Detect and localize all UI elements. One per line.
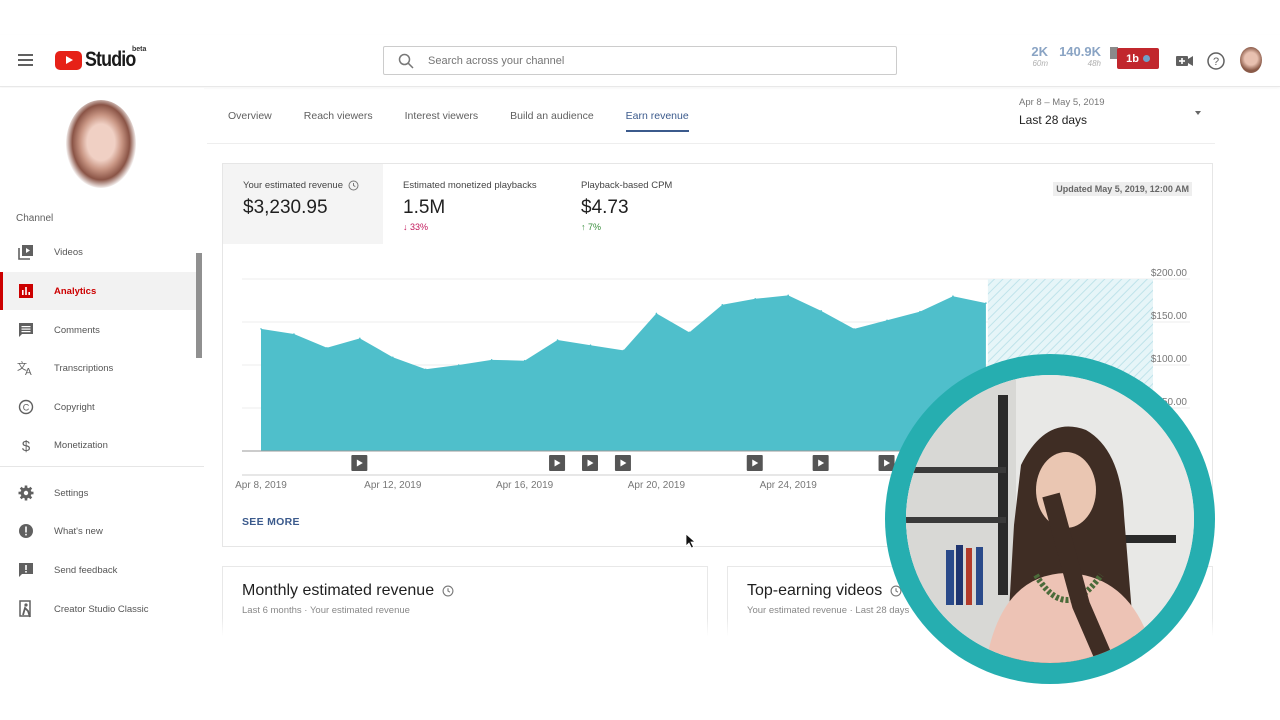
clock-icon bbox=[442, 585, 454, 597]
analytics-tabs: Overview Reach viewers Interest viewers … bbox=[228, 110, 721, 132]
svg-text:$: $ bbox=[22, 438, 31, 453]
see-more-link[interactable]: SEE MORE bbox=[242, 516, 300, 528]
transcriptions-icon: 文A bbox=[17, 359, 35, 377]
stat-sub: 60m bbox=[1032, 59, 1048, 68]
metric-label: Your estimated revenue bbox=[243, 180, 343, 191]
sidebar-item-label: Transcriptions bbox=[54, 362, 114, 374]
realtime-stat-60m[interactable]: 2K 60m bbox=[1030, 44, 1048, 68]
extension-badge[interactable]: 1b bbox=[1117, 48, 1159, 69]
analytics-icon bbox=[17, 282, 35, 300]
monetization-icon: $ bbox=[17, 436, 35, 454]
sidebar-item-monetization[interactable]: $ Monetization bbox=[0, 426, 196, 464]
sidebar-scrollbar[interactable] bbox=[196, 253, 202, 358]
stat-value: 2K bbox=[1031, 44, 1048, 59]
videos-icon bbox=[17, 243, 35, 261]
metric-change: ↓ 33% bbox=[403, 222, 538, 232]
svg-text:A: A bbox=[25, 367, 32, 376]
date-range-label: Last 28 days bbox=[1019, 113, 1088, 127]
sidebar-item-label: What's new bbox=[54, 525, 103, 537]
metric-monetized-playbacks[interactable]: Estimated monetized playbacks 1.5M ↓ 33% bbox=[383, 164, 558, 244]
realtime-stat-48h[interactable]: 140.9K 48h bbox=[1055, 44, 1101, 68]
tab-reach-viewers[interactable]: Reach viewers bbox=[304, 110, 373, 132]
youtube-play-icon bbox=[55, 50, 82, 70]
studio-logo[interactable]: Studio beta bbox=[55, 46, 147, 72]
classic-icon bbox=[17, 600, 35, 618]
top-bar: Studio beta 2K 60m 140.9K 48h 1b ? bbox=[0, 35, 1280, 87]
date-range-picker[interactable]: Apr 8 – May 5, 2019 Last 28 days bbox=[1019, 97, 1209, 137]
badge-dot-icon bbox=[1142, 55, 1150, 62]
sidebar-item-copyright[interactable]: C Copyright bbox=[0, 388, 196, 426]
sidebar-item-analytics[interactable]: Analytics bbox=[0, 272, 196, 310]
search-input[interactable] bbox=[428, 54, 868, 67]
sidebar-item-videos[interactable]: Videos bbox=[0, 233, 196, 271]
card-title: Top-earning videos bbox=[747, 582, 883, 599]
metric-label: Playback-based CPM bbox=[581, 180, 673, 191]
sidebar-item-label: Monetization bbox=[54, 439, 108, 451]
tab-overview[interactable]: Overview bbox=[228, 110, 272, 132]
tab-interest-viewers[interactable]: Interest viewers bbox=[405, 110, 479, 132]
arrow-down-icon: ↓ bbox=[403, 222, 408, 232]
feedback-icon bbox=[17, 561, 35, 579]
metric-label: Estimated monetized playbacks bbox=[403, 180, 537, 191]
sidebar-item-label: Send feedback bbox=[54, 564, 118, 576]
sidebar-item-label: Settings bbox=[54, 487, 89, 499]
stat-value: 140.9K bbox=[1059, 44, 1101, 59]
sidebar-item-send-feedback[interactable]: Send feedback bbox=[0, 551, 196, 589]
webcam-video bbox=[906, 375, 1194, 663]
channel-section-label: Channel bbox=[16, 213, 54, 224]
beta-label: beta bbox=[132, 46, 147, 53]
stat-sub: 48h bbox=[1087, 59, 1101, 68]
metric-estimated-revenue[interactable]: Your estimated revenue $3,230.95 bbox=[223, 164, 383, 244]
date-range-text: Apr 8 – May 5, 2019 bbox=[1019, 97, 1105, 108]
search-box[interactable] bbox=[383, 46, 897, 75]
arrow-up-icon: ↑ bbox=[581, 222, 586, 232]
channel-avatar[interactable] bbox=[66, 100, 136, 188]
card-subtitle: Your estimated revenue · Last 28 days bbox=[747, 605, 910, 616]
sidebar-item-label: Comments bbox=[54, 324, 100, 336]
settings-icon bbox=[17, 484, 35, 502]
badge-text: 1b bbox=[1126, 52, 1139, 65]
sidebar-item-settings[interactable]: Settings bbox=[0, 474, 196, 512]
tabs-divider bbox=[207, 143, 1215, 144]
metric-change: ↑ 7% bbox=[581, 222, 691, 232]
account-avatar[interactable] bbox=[1240, 47, 1262, 73]
sidebar-item-whats-new[interactable]: What's new bbox=[0, 512, 196, 550]
webcam-overlay bbox=[885, 354, 1215, 684]
mouse-cursor-icon bbox=[685, 533, 697, 549]
tab-build-an-audience[interactable]: Build an audience bbox=[510, 110, 593, 132]
card-subtitle: Last 6 months · Your estimated revenue bbox=[242, 605, 410, 616]
metric-value: $4.73 bbox=[581, 197, 629, 218]
sidebar-item-label: Videos bbox=[54, 246, 83, 258]
sidebar-item-label: Creator Studio Classic bbox=[54, 603, 149, 615]
card-title: Monthly estimated revenue bbox=[242, 582, 435, 599]
change-value: 7% bbox=[588, 222, 602, 232]
sidebar-item-comments[interactable]: Comments bbox=[0, 311, 196, 349]
menu-icon[interactable] bbox=[18, 54, 33, 66]
sidebar-item-label: Copyright bbox=[54, 401, 95, 413]
metric-value: 1.5M bbox=[403, 197, 446, 218]
comments-icon bbox=[17, 321, 35, 339]
sidebar-divider bbox=[0, 466, 204, 467]
app-name: Studio bbox=[85, 48, 136, 71]
sidebar-item-label: Analytics bbox=[54, 285, 97, 297]
sidebar-item-transcriptions[interactable]: 文A Transcriptions bbox=[0, 349, 196, 387]
sidebar: Channel Videos Analytics Comments 文A Tra… bbox=[0, 88, 204, 633]
metric-playback-cpm[interactable]: Playback-based CPM $4.73 ↑ 7% bbox=[561, 164, 711, 244]
presenter-image bbox=[906, 375, 1194, 663]
search-icon bbox=[398, 53, 414, 69]
create-video-icon[interactable] bbox=[1173, 50, 1195, 72]
dropdown-caret-icon bbox=[1195, 111, 1201, 115]
updated-timestamp: Updated May 5, 2019, 12:00 AM bbox=[1053, 182, 1192, 196]
clock-icon bbox=[348, 180, 359, 191]
change-value: 33% bbox=[410, 222, 429, 232]
svg-text:C: C bbox=[23, 403, 30, 413]
tab-earn-revenue[interactable]: Earn revenue bbox=[625, 110, 689, 132]
metric-value: $3,230.95 bbox=[243, 197, 328, 218]
copyright-icon: C bbox=[17, 398, 35, 416]
whats-new-icon bbox=[17, 522, 35, 540]
svg-text:?: ? bbox=[1213, 56, 1219, 68]
help-icon[interactable]: ? bbox=[1205, 50, 1227, 72]
